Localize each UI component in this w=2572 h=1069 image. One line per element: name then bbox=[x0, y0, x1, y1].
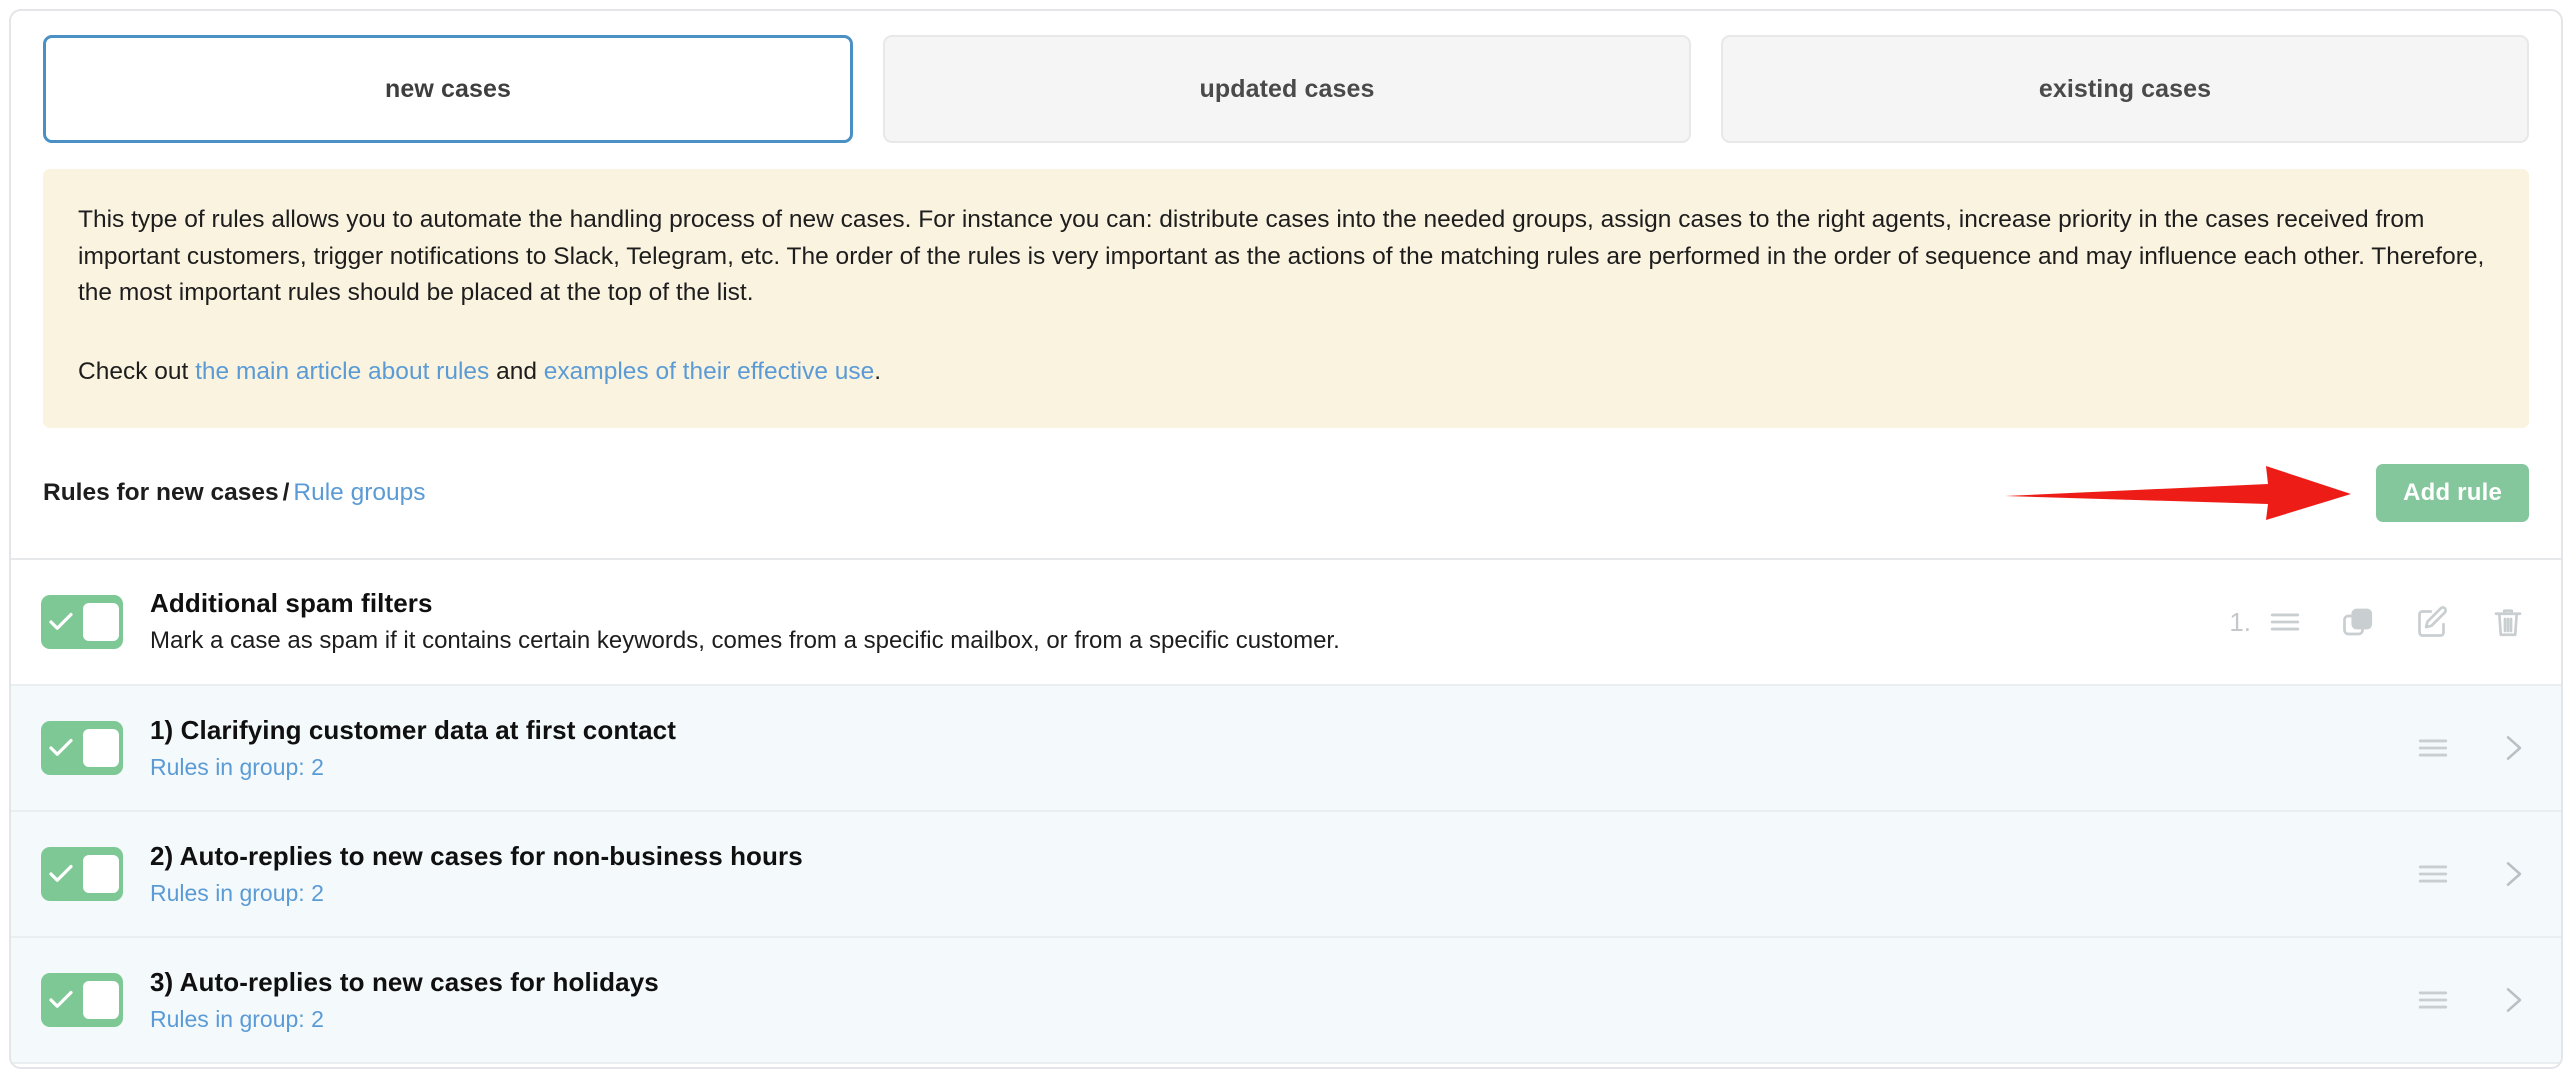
breadcrumb-row: Rules for new cases / Rule groups Add rule bbox=[43, 428, 2529, 558]
group-enabled-toggle[interactable] bbox=[41, 973, 123, 1027]
group-title: 1) Clarifying customer data at first con… bbox=[150, 714, 676, 745]
tab-updated-cases-label: updated cases bbox=[1199, 74, 1375, 103]
chevron-right-icon[interactable] bbox=[2495, 980, 2529, 1020]
group-rule-count[interactable]: Rules in group: 2 bbox=[150, 1003, 659, 1035]
add-rule-button[interactable]: Add rule bbox=[2376, 464, 2529, 522]
toggle-knob bbox=[83, 981, 119, 1019]
tab-existing-cases-label: existing cases bbox=[2038, 74, 2212, 103]
info-paragraph: This type of rules allows you to automat… bbox=[78, 206, 2485, 306]
main-article-link[interactable]: the main article about rules bbox=[195, 358, 489, 385]
group-enabled-toggle[interactable] bbox=[41, 847, 123, 901]
group-actions bbox=[2414, 854, 2529, 894]
edit-icon[interactable] bbox=[2412, 601, 2454, 643]
drag-handle-icon[interactable] bbox=[2266, 603, 2304, 641]
duplicate-icon[interactable] bbox=[2337, 601, 2379, 643]
drag-handle-icon[interactable] bbox=[2414, 981, 2452, 1019]
chevron-right-icon[interactable] bbox=[2495, 728, 2529, 768]
check-icon bbox=[41, 847, 81, 901]
info-links-line: Check out the main article about rules a… bbox=[78, 354, 2494, 391]
group-text: 3) Auto-replies to new cases for holiday… bbox=[150, 966, 659, 1035]
group-rule-count[interactable]: Rules in group: 2 bbox=[150, 877, 803, 909]
table-row-partial[interactable] bbox=[11, 1064, 2561, 1067]
rules-card: new cases updated cases existing cases T… bbox=[9, 9, 2563, 1069]
rule-description: Mark a case as spam if it contains certa… bbox=[150, 626, 1340, 654]
toggle-knob bbox=[83, 729, 119, 767]
toggle-knob bbox=[83, 603, 119, 641]
chevron-right-icon[interactable] bbox=[2495, 854, 2529, 894]
group-actions bbox=[2414, 728, 2529, 768]
rule-enabled-toggle[interactable] bbox=[41, 595, 123, 649]
drag-handle-icon[interactable] bbox=[2414, 729, 2452, 767]
and-label: and bbox=[489, 357, 544, 385]
rule-text: Additional spam filters Mark a case as s… bbox=[150, 587, 1340, 658]
group-rule-count[interactable]: Rules in group: 2 bbox=[150, 751, 676, 783]
toggle-knob bbox=[83, 855, 119, 893]
rule-order-number: 1. bbox=[2229, 606, 2251, 637]
table-row[interactable]: 2) Auto-replies to new cases for non-bus… bbox=[11, 812, 2561, 936]
tab-existing-cases[interactable]: existing cases bbox=[1721, 35, 2529, 143]
tab-updated-cases[interactable]: updated cases bbox=[883, 35, 1691, 143]
tab-new-cases[interactable]: new cases bbox=[43, 35, 853, 143]
table-row[interactable]: 1) Clarifying customer data at first con… bbox=[11, 686, 2561, 810]
check-icon bbox=[41, 721, 81, 775]
drag-handle-icon[interactable] bbox=[2414, 855, 2452, 893]
table-row[interactable]: Additional spam filters Mark a case as s… bbox=[11, 560, 2561, 684]
page-root: new cases updated cases existing cases T… bbox=[0, 0, 2572, 1069]
group-title: 3) Auto-replies to new cases for holiday… bbox=[150, 966, 659, 997]
tab-bar: new cases updated cases existing cases bbox=[11, 11, 2561, 143]
rule-title: Additional spam filters bbox=[150, 587, 433, 618]
group-actions bbox=[2414, 980, 2529, 1020]
breadcrumb-actions: Add rule bbox=[2376, 464, 2529, 522]
group-text: 2) Auto-replies to new cases for non-bus… bbox=[150, 840, 803, 909]
period-label: . bbox=[874, 357, 882, 385]
check-out-label: Check out bbox=[78, 357, 196, 385]
breadcrumb-separator: / bbox=[282, 479, 290, 506]
check-icon bbox=[41, 595, 81, 649]
tab-new-cases-label: new cases bbox=[385, 74, 511, 103]
breadcrumb-title: Rules for new cases bbox=[43, 479, 279, 506]
info-panel: This type of rules allows you to automat… bbox=[43, 169, 2529, 428]
group-title: 2) Auto-replies to new cases for non-bus… bbox=[150, 840, 803, 871]
check-icon bbox=[41, 973, 81, 1027]
red-arrow-annotation bbox=[2005, 466, 2351, 520]
group-enabled-toggle[interactable] bbox=[41, 721, 123, 775]
group-text: 1) Clarifying customer data at first con… bbox=[150, 714, 676, 783]
rule-groups-link[interactable]: Rule groups bbox=[293, 479, 425, 506]
delete-icon[interactable] bbox=[2487, 601, 2529, 643]
rule-actions: 1. bbox=[2229, 601, 2529, 643]
breadcrumb: Rules for new cases / Rule groups bbox=[43, 479, 426, 507]
examples-link[interactable]: examples of their effective use bbox=[544, 358, 874, 385]
table-row[interactable]: 3) Auto-replies to new cases for holiday… bbox=[11, 938, 2561, 1062]
